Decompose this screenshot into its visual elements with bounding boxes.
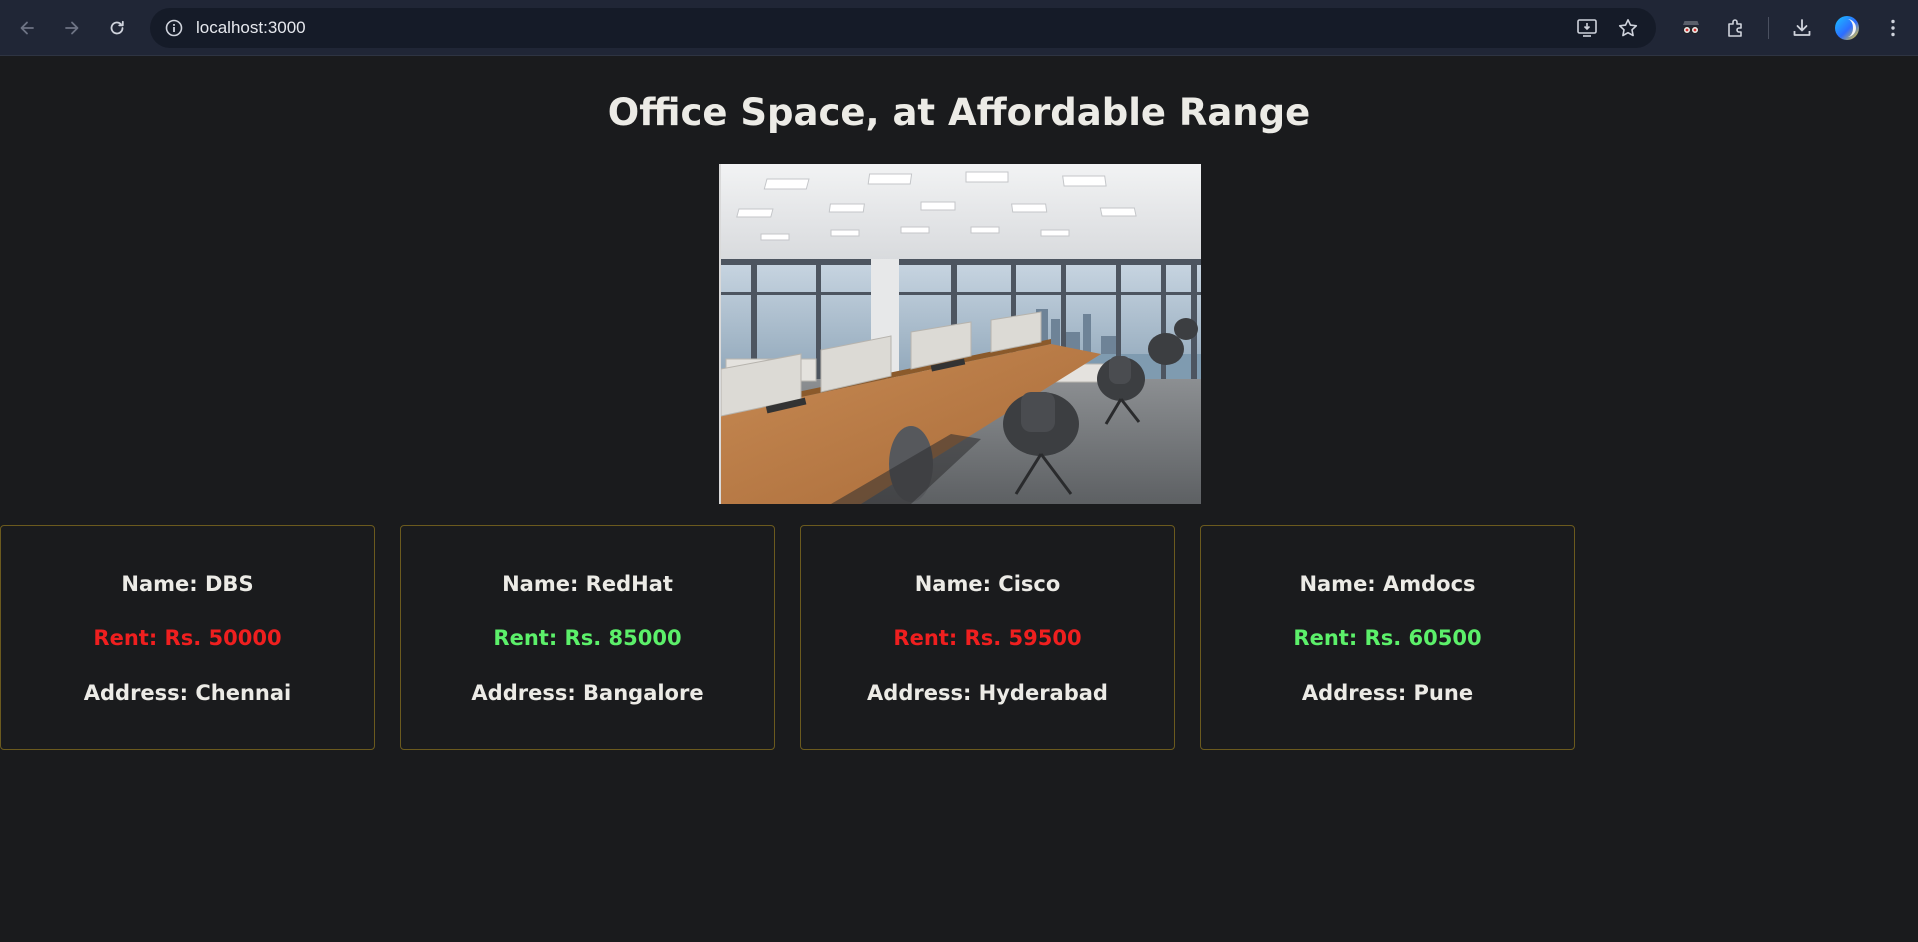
office-interior-photo	[721, 164, 1201, 504]
browser-menu-button[interactable]	[1879, 14, 1907, 42]
office-rent: Rent: Rs. 59500	[893, 626, 1082, 650]
extension-button[interactable]	[1677, 14, 1705, 42]
browser-toolbar: localhost:3000	[0, 0, 1918, 56]
bookmark-button[interactable]	[1616, 16, 1640, 40]
extensions-button[interactable]	[1722, 14, 1750, 42]
office-name: Name: Amdocs	[1299, 572, 1476, 596]
profile-button[interactable]	[1833, 14, 1861, 42]
office-card: Name: Amdocs Rent: Rs. 60500 Address: Pu…	[1200, 525, 1575, 750]
info-icon	[165, 19, 183, 37]
back-button[interactable]	[10, 11, 44, 45]
star-icon	[1618, 19, 1638, 37]
download-icon	[1793, 19, 1811, 36]
profile-avatar-icon	[1835, 16, 1859, 40]
reload-button[interactable]	[100, 11, 134, 45]
office-address: Address: Bangalore	[471, 681, 704, 705]
spy-extension-icon	[1683, 21, 1699, 34]
forward-button[interactable]	[55, 11, 89, 45]
office-address: Address: Hyderabad	[867, 681, 1108, 705]
puzzle-icon	[1728, 19, 1742, 37]
reload-icon	[110, 20, 124, 35]
kebab-menu-icon	[1891, 19, 1895, 37]
arrow-left-icon	[20, 21, 34, 35]
address-bar[interactable]: localhost:3000	[150, 8, 1656, 48]
page-title: Office Space, at Affordable Range	[607, 91, 1311, 134]
office-address: Address: Pune	[1301, 681, 1474, 705]
page-content: Office Space, at Affordable Range Name: …	[0, 57, 1918, 942]
office-rent: Rent: Rs. 50000	[93, 626, 282, 650]
url-text[interactable]: localhost:3000	[196, 18, 306, 38]
arrow-right-icon	[65, 21, 79, 35]
office-rent: Rent: Rs. 85000	[493, 626, 682, 650]
office-name: Name: DBS	[121, 572, 254, 596]
office-rent: Rent: Rs. 60500	[1293, 626, 1482, 650]
toolbar-separator	[1768, 17, 1769, 39]
downloads-button[interactable]	[1788, 14, 1816, 42]
office-name: Name: Cisco	[914, 572, 1061, 596]
office-address: Address: Chennai	[83, 681, 292, 705]
site-info-button[interactable]	[162, 16, 186, 40]
office-image	[719, 164, 1201, 504]
install-app-icon	[1577, 19, 1597, 37]
office-card: Name: Cisco Rent: Rs. 59500 Address: Hyd…	[800, 525, 1175, 750]
office-card: Name: DBS Rent: Rs. 50000 Address: Chenn…	[0, 525, 375, 750]
office-name: Name: RedHat	[502, 572, 673, 596]
office-card: Name: RedHat Rent: Rs. 85000 Address: Ba…	[400, 525, 775, 750]
install-app-button[interactable]	[1575, 16, 1599, 40]
